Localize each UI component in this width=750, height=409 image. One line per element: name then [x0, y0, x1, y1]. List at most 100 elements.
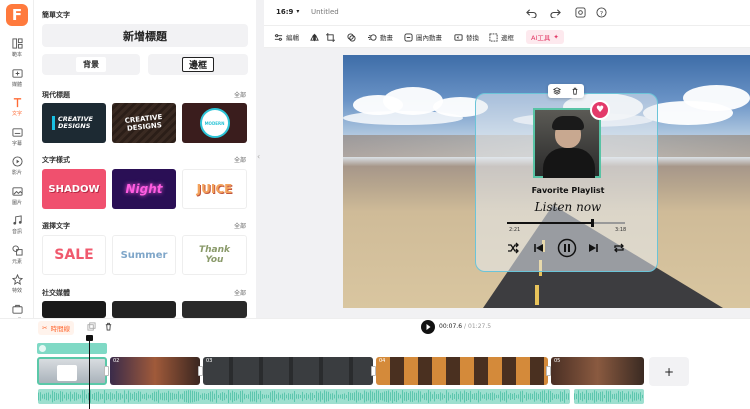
panel-collapse-bar[interactable]: ‹	[256, 0, 264, 318]
subtitle-icon	[11, 127, 23, 137]
add-clip-button[interactable]: +	[649, 357, 689, 386]
shuffle-icon[interactable]	[507, 242, 519, 254]
in-animation-tool[interactable]: 圖內動畫	[404, 26, 442, 48]
layers-icon[interactable]	[553, 87, 561, 95]
animation-tool[interactable]: 動畫	[368, 26, 393, 48]
undo-icon[interactable]	[526, 7, 537, 18]
timeline-label: 時間線	[50, 325, 70, 333]
style-tile-shadow[interactable]: SHADOW	[42, 169, 106, 209]
playhead[interactable]	[89, 336, 90, 409]
see-all-select[interactable]: 全部	[234, 221, 246, 230]
app-logo[interactable]: F	[6, 4, 28, 26]
clip-split-handle[interactable]	[546, 366, 551, 376]
border-tool-label: 邊框	[501, 34, 514, 42]
rail-item-label: 媒體	[11, 81, 22, 88]
social-tile-2[interactable]	[112, 301, 176, 318]
select-tile-thank-you[interactable]: Thank You	[182, 235, 247, 275]
chevron-down-icon: ▾	[296, 8, 300, 15]
rail-item-template[interactable]: 範本	[0, 33, 34, 63]
add-title-button[interactable]: 新增標題	[42, 24, 248, 47]
listen-now-text: Listen now	[534, 200, 602, 214]
clip-split-handle[interactable]	[371, 366, 376, 376]
repeat-icon[interactable]	[613, 242, 625, 254]
social-tile-3[interactable]	[182, 301, 247, 318]
layers-tool[interactable]	[347, 26, 356, 48]
copy-icon[interactable]	[87, 322, 96, 331]
sliders-icon	[274, 33, 283, 41]
crop-icon	[326, 32, 335, 42]
style-tile-juice[interactable]: JUICE	[182, 169, 247, 209]
select-tile-summer[interactable]: Summer	[112, 235, 176, 275]
time-total: 3:18	[615, 227, 627, 233]
rail-item-label: 音訊	[11, 229, 22, 235]
top-bar: 16:9 ▾ Untitled ?	[264, 0, 750, 26]
overlay-track-clip[interactable]	[37, 343, 107, 354]
rail-item-audio[interactable]: 音訊	[0, 210, 34, 240]
social-tile-1[interactable]	[42, 301, 106, 318]
timeline-clip-03[interactable]: 03	[203, 357, 373, 385]
modern-title-tile-1[interactable]: CREATIVE DESIGNS	[42, 103, 106, 143]
clip-number: 03	[206, 358, 213, 364]
replace-tool[interactable]: 替換	[454, 26, 479, 48]
timeline-clip-05[interactable]: 05	[551, 357, 644, 385]
border-button[interactable]: 邊框	[148, 54, 248, 75]
modern-title-tile-2[interactable]: CREATIVE DESIGNS	[112, 103, 176, 143]
background-button[interactable]: 背景	[42, 54, 140, 75]
rail-item-effects[interactable]: 特效	[0, 269, 34, 299]
help-icon[interactable]: ?	[596, 7, 607, 18]
in-animation-label: 圖內動畫	[416, 34, 442, 42]
previous-track-icon[interactable]	[533, 242, 545, 254]
see-all-text-style[interactable]: 全部	[234, 155, 246, 164]
clip-split-handle[interactable]	[104, 366, 109, 376]
progress-track[interactable]	[507, 222, 625, 224]
aspect-ratio-select[interactable]: 16:9 ▾	[276, 8, 299, 16]
modern-title-tile-3[interactable]: MODERN	[182, 103, 247, 143]
audio-track[interactable]	[38, 389, 570, 404]
border-icon	[489, 32, 498, 42]
rail-item-text[interactable]: 文字	[0, 92, 34, 122]
timeline-clip-02[interactable]: 02	[110, 357, 200, 385]
svg-text:?: ?	[600, 9, 603, 17]
style-tile-night[interactable]: Night	[112, 169, 176, 209]
text-panel: 簡單文字 新增標題 背景 邊框 現代標題 全部 CREATIVE DESIGNS…	[34, 0, 256, 318]
see-all-social[interactable]: 全部	[234, 288, 246, 297]
tile-text: CREATIVE DESIGNS	[58, 115, 93, 130]
timeline-clip-01[interactable]	[37, 357, 107, 385]
timeline-toggle[interactable]: ✂ 時間線	[38, 321, 74, 335]
edit-toolbar: 編輯 動畫 圖內動畫 替換 邊框 AI工具 ✦	[264, 26, 750, 48]
rail-item-media[interactable]: 媒體	[0, 63, 34, 93]
see-all-modern[interactable]: 全部	[234, 90, 246, 99]
rail-item-label: 範本	[11, 52, 22, 58]
video-icon	[11, 156, 23, 167]
playhead-knob[interactable]	[86, 335, 93, 341]
background-label: 背景	[76, 57, 106, 72]
delete-icon[interactable]	[104, 322, 113, 331]
document-title[interactable]: Untitled	[311, 8, 339, 16]
rail-item-subtitle[interactable]: 字幕	[0, 122, 34, 152]
left-rail: F 範本媒體文字字幕影片圖片音訊元素特效工具	[0, 0, 34, 324]
pause-icon[interactable]	[557, 238, 577, 258]
image-icon	[11, 186, 23, 196]
rail-item-elements[interactable]: 元素	[0, 240, 34, 270]
album-cover-image[interactable]	[533, 108, 601, 178]
play-button[interactable]	[421, 320, 435, 334]
trash-icon[interactable]	[571, 87, 579, 95]
media-icon	[11, 68, 23, 78]
redo-icon[interactable]	[550, 7, 561, 18]
ai-tools-button[interactable]: AI工具 ✦	[526, 30, 564, 44]
progress-knob[interactable]	[590, 219, 594, 227]
heart-icon[interactable]: ♥	[590, 100, 610, 120]
screenshot-icon[interactable]	[575, 7, 586, 18]
timeline-clip-04[interactable]: 04	[376, 357, 548, 385]
rail-item-video[interactable]: 影片	[0, 151, 34, 181]
flip-tool[interactable]	[310, 26, 319, 48]
rail-item-image[interactable]: 圖片	[0, 181, 34, 211]
next-track-icon[interactable]	[587, 242, 599, 254]
select-tile-sale[interactable]: SALE	[42, 235, 106, 275]
clip-split-handle[interactable]	[198, 366, 203, 376]
edit-tool[interactable]: 編輯	[274, 26, 299, 48]
border-tool[interactable]: 邊框	[489, 26, 514, 48]
clip-number: 04	[379, 358, 386, 364]
audio-track-2[interactable]	[574, 389, 644, 404]
crop-tool[interactable]	[326, 26, 335, 48]
